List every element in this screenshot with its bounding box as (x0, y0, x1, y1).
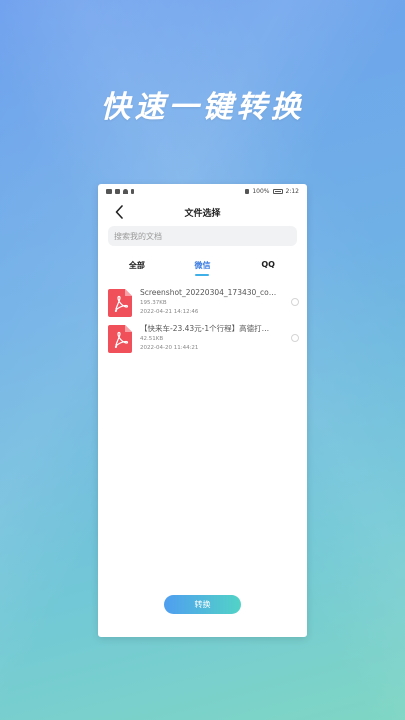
file-time: 2022-04-21 14:12:46 (140, 309, 199, 315)
file-list: Screenshot_20220304_173430_co… 195.37KB … (98, 288, 307, 360)
back-button[interactable] (112, 205, 126, 219)
wifi-icon (123, 188, 128, 194)
file-size: 42.51KB (140, 336, 164, 342)
battery-percent: 100% (252, 187, 270, 195)
file-item[interactable]: Screenshot_20220304_173430_co… 195.37KB … (98, 288, 307, 324)
file-info: Screenshot_20220304_173430_co… 195.37KB … (140, 288, 290, 317)
chevron-left-icon (115, 205, 123, 219)
file-time: 2022-04-20 11:44:21 (140, 345, 199, 351)
convert-button[interactable]: 转换 (164, 595, 241, 614)
select-radio[interactable] (291, 298, 299, 306)
search-bar[interactable] (108, 226, 297, 246)
tab-label: QQ (261, 260, 275, 269)
promo-headline: 快速一键转换 (100, 90, 305, 125)
tab-label: 全部 (128, 261, 145, 270)
tab-wechat[interactable]: 微信 (172, 256, 232, 278)
pdf-icon (108, 325, 132, 353)
status-time: 2:12 (285, 187, 299, 195)
pdf-icon (108, 289, 132, 317)
tab-qq[interactable]: QQ (238, 256, 298, 278)
active-tab-indicator (195, 274, 210, 276)
file-name: 【快来车-23.43元-1个行程】高德打… (140, 324, 270, 333)
tab-all[interactable]: 全部 (107, 256, 167, 278)
signal-icon (115, 188, 120, 194)
nav-bar: 文件选择 (98, 198, 307, 226)
tab-label: 微信 (194, 261, 211, 270)
sim-icon (106, 188, 112, 194)
phone-screen: 100% 2:12 文件选择 全部 微信 QQ (98, 184, 307, 637)
file-name: Screenshot_20220304_173430_co… (140, 288, 277, 297)
file-info: 【快来车-23.43元-1个行程】高德打… 42.51KB 2022-04-20… (140, 324, 290, 353)
status-bar: 100% 2:12 (98, 184, 307, 198)
search-input[interactable] (114, 231, 291, 241)
select-radio[interactable] (291, 334, 299, 342)
status-left (106, 188, 134, 194)
status-right: 100% 2:12 (245, 188, 299, 195)
file-item[interactable]: 【快来车-23.43元-1个行程】高德打… 42.51KB 2022-04-20… (98, 324, 307, 360)
page-title: 文件选择 (184, 208, 221, 219)
file-size: 195.37KB (140, 300, 167, 306)
tab-bar: 全部 微信 QQ (98, 256, 307, 278)
battery-icon (272, 188, 283, 194)
usb-icon (131, 188, 134, 194)
vibrate-icon (245, 188, 250, 194)
